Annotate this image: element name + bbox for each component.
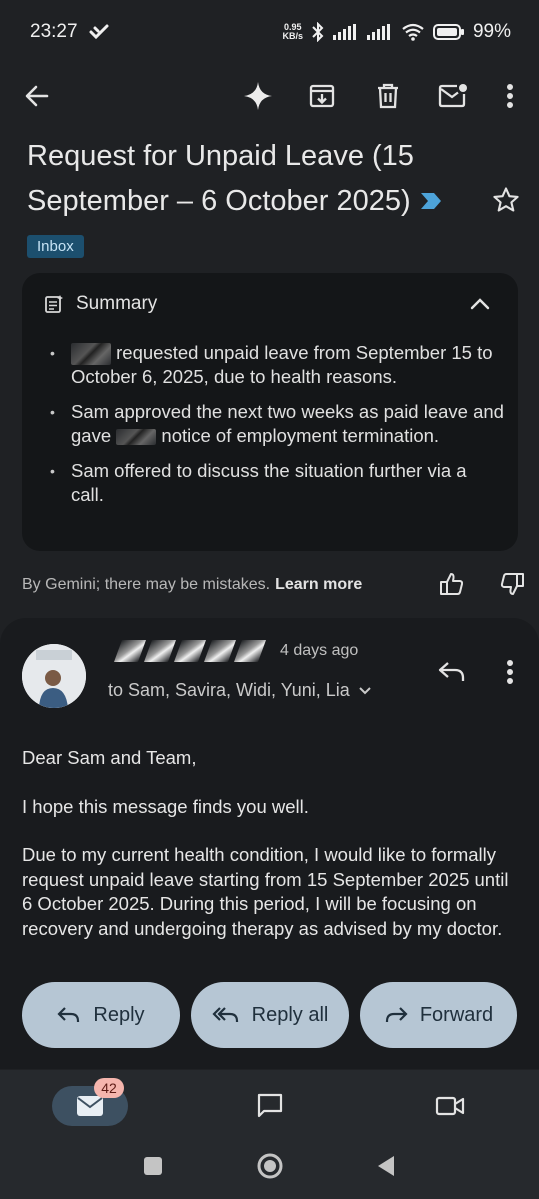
- gemini-button[interactable]: [236, 74, 280, 118]
- more-vert-icon: [507, 660, 513, 684]
- redacted-name: [116, 429, 157, 446]
- star-icon: [493, 187, 519, 212]
- net-speed: 0.95 KB/s: [282, 22, 303, 41]
- system-back-button[interactable]: [364, 1144, 408, 1188]
- signal-icon: [332, 24, 356, 40]
- battery-icon: [432, 24, 464, 40]
- clock: 23:27: [30, 21, 78, 42]
- summary-list: requested unpaid leave from September 15…: [44, 341, 504, 518]
- action-bar: Reply Reply all Forward: [0, 982, 539, 1068]
- arrow-back-icon: [25, 85, 49, 107]
- message-date: 4 days ago: [280, 642, 359, 659]
- bottom-navigation: 42: [0, 1070, 539, 1199]
- status-bar: 23:27 0.95 KB/s 99%: [0, 0, 539, 64]
- thumbs-down-icon: [500, 573, 524, 595]
- label-chip-inbox[interactable]: Inbox: [27, 235, 84, 258]
- more-vert-icon: [507, 84, 513, 108]
- summary-point: requested unpaid leave from September 15…: [44, 341, 504, 389]
- unread-badge: 42: [94, 1078, 124, 1098]
- reply-all-icon: [212, 1007, 238, 1022]
- mark-unread-icon: [438, 84, 467, 108]
- back-button[interactable]: [15, 74, 59, 118]
- recents-square-icon: [144, 1157, 162, 1175]
- nav-chat-tab[interactable]: [248, 1084, 292, 1128]
- sparkle-icon: [244, 82, 272, 110]
- trash-icon: [378, 83, 398, 109]
- gmail-email-screen: 23:27 0.95 KB/s 99% Request for Unpaid L…: [0, 0, 539, 1199]
- gemini-summary-card: Summary requested unpaid leave from Sept…: [22, 273, 518, 551]
- nav-meet-tab[interactable]: [428, 1084, 472, 1128]
- summary-icon: [45, 295, 63, 313]
- back-triangle-icon: [378, 1156, 394, 1176]
- email-subject: Request for Unpaid Leave (15 September –…: [27, 134, 487, 225]
- reply-icon: [57, 1007, 80, 1022]
- recipients-toggle[interactable]: to Sam, Savira, Widi, Yuni, Lia: [108, 680, 372, 701]
- wifi-icon: [402, 23, 424, 41]
- summary-title: Summary: [76, 293, 158, 314]
- app-bar: [0, 64, 539, 128]
- system-recents-button[interactable]: [131, 1144, 175, 1188]
- home-circle-icon: [257, 1153, 283, 1179]
- delete-button[interactable]: [366, 74, 410, 118]
- body-paragraph: Due to my current health condition, I wo…: [22, 844, 509, 939]
- thumbs-up-button[interactable]: [430, 562, 474, 606]
- archive-icon: [309, 84, 335, 108]
- summary-header: Summary: [44, 293, 157, 315]
- notification-app-icon: [89, 24, 109, 40]
- more-options-button[interactable]: [488, 74, 532, 118]
- importance-marker-icon[interactable]: [419, 180, 443, 225]
- bluetooth-icon: [312, 22, 324, 42]
- battery-percent: 99%: [472, 21, 511, 42]
- learn-more-link[interactable]: Learn more: [275, 576, 362, 594]
- video-camera-icon: [435, 1096, 465, 1116]
- forward-icon: [385, 1007, 408, 1022]
- reply-icon: [438, 662, 465, 681]
- reply-all-button[interactable]: Reply all: [191, 982, 349, 1048]
- archive-button[interactable]: [300, 74, 344, 118]
- thumbs-up-icon: [440, 573, 464, 595]
- sender-avatar[interactable]: [22, 644, 86, 708]
- nav-mail-tab[interactable]: 42: [52, 1078, 128, 1126]
- message-more-button[interactable]: [488, 650, 532, 694]
- thumbs-down-button[interactable]: [490, 562, 534, 606]
- recipients-text: to Sam, Savira, Widi, Yuni, Lia: [108, 680, 350, 700]
- mark-unread-button[interactable]: [431, 74, 475, 118]
- reply-icon-button[interactable]: [430, 650, 474, 694]
- system-home-button[interactable]: [248, 1144, 292, 1188]
- chevron-up-icon: [470, 298, 490, 310]
- body-paragraph: Dear Sam and Team,: [22, 747, 197, 768]
- summary-collapse-button[interactable]: [458, 282, 502, 326]
- chevron-down-icon: [359, 686, 371, 694]
- signal-icon: [366, 24, 390, 40]
- summary-point: Sam offered to discuss the situation fur…: [44, 459, 504, 507]
- reply-button[interactable]: Reply: [22, 982, 180, 1048]
- mail-icon: [77, 1096, 103, 1116]
- message-body: Dear Sam and Team, I hope this message f…: [22, 746, 522, 965]
- summary-point: Sam approved the next two weeks as paid …: [44, 400, 504, 448]
- redacted-name: [71, 343, 111, 366]
- forward-button[interactable]: Forward: [360, 982, 517, 1048]
- redacted-sender-name: [113, 640, 267, 662]
- chat-icon: [257, 1093, 283, 1118]
- body-paragraph: I hope this message finds you well.: [22, 795, 309, 817]
- star-button[interactable]: [484, 178, 528, 222]
- sender-row: 4 days ago: [113, 640, 359, 662]
